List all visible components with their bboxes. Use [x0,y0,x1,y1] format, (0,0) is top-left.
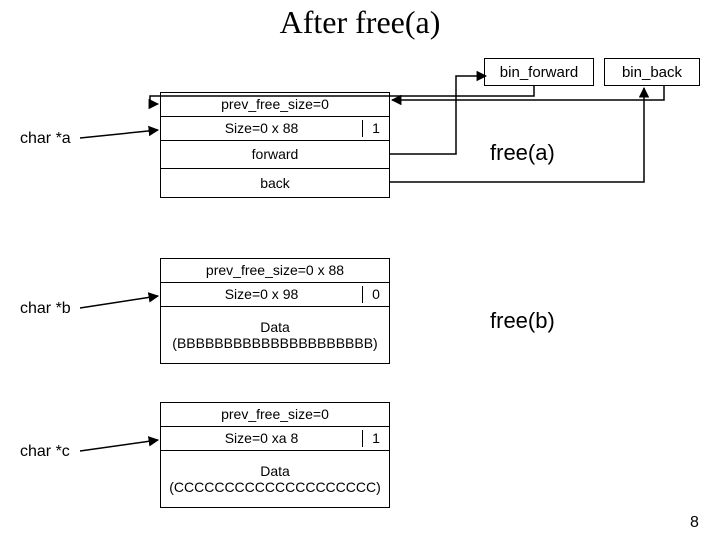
block-c-size-row: Size=0 xa 8 1 [161,427,389,451]
arrow-ptr-a [80,130,158,138]
block-c-size: Size=0 xa 8 [161,430,363,446]
arrow-ptr-c [80,440,158,451]
block-a-prev: prev_free_size=0 [161,93,389,117]
block-b-prev: prev_free_size=0 x 88 [161,259,389,283]
block-c: prev_free_size=0 Size=0 xa 8 1 Data (CCC… [160,402,390,508]
bin-forward-box: bin_forward [484,58,594,86]
block-c-flag: 1 [363,430,389,446]
block-c-data: Data (CCCCCCCCCCCCCCCCCCCC) [161,451,389,507]
label-free-b: free(b) [490,308,555,334]
block-c-prev: prev_free_size=0 [161,403,389,427]
arrow-ptr-b [80,296,158,308]
arrow-afwd-to-binfwd [390,76,486,154]
label-char-b: char *b [20,300,71,318]
page-title: After free(a) [0,4,720,41]
arrow-binback-to-a [392,86,664,100]
block-b-size-row: Size=0 x 98 0 [161,283,389,307]
block-a: prev_free_size=0 Size=0 x 88 1 forward b… [160,92,390,198]
block-a-forward: forward [161,141,389,169]
label-char-c: char *c [20,443,70,461]
block-b-flag: 0 [363,286,389,302]
block-b-data: Data (BBBBBBBBBBBBBBBBBBBBB) [161,307,389,363]
block-a-back: back [161,169,389,197]
bin-back-box: bin_back [604,58,700,86]
block-a-size-row: Size=0 x 88 1 [161,117,389,141]
block-b-size: Size=0 x 98 [161,286,363,302]
page-number: 8 [690,514,699,532]
label-char-a: char *a [20,130,71,148]
block-a-size: Size=0 x 88 [161,120,363,136]
label-free-a: free(a) [490,140,555,166]
block-a-flag: 1 [363,120,389,136]
block-b: prev_free_size=0 x 88 Size=0 x 98 0 Data… [160,258,390,364]
arrow-aback-to-binback [390,88,644,182]
